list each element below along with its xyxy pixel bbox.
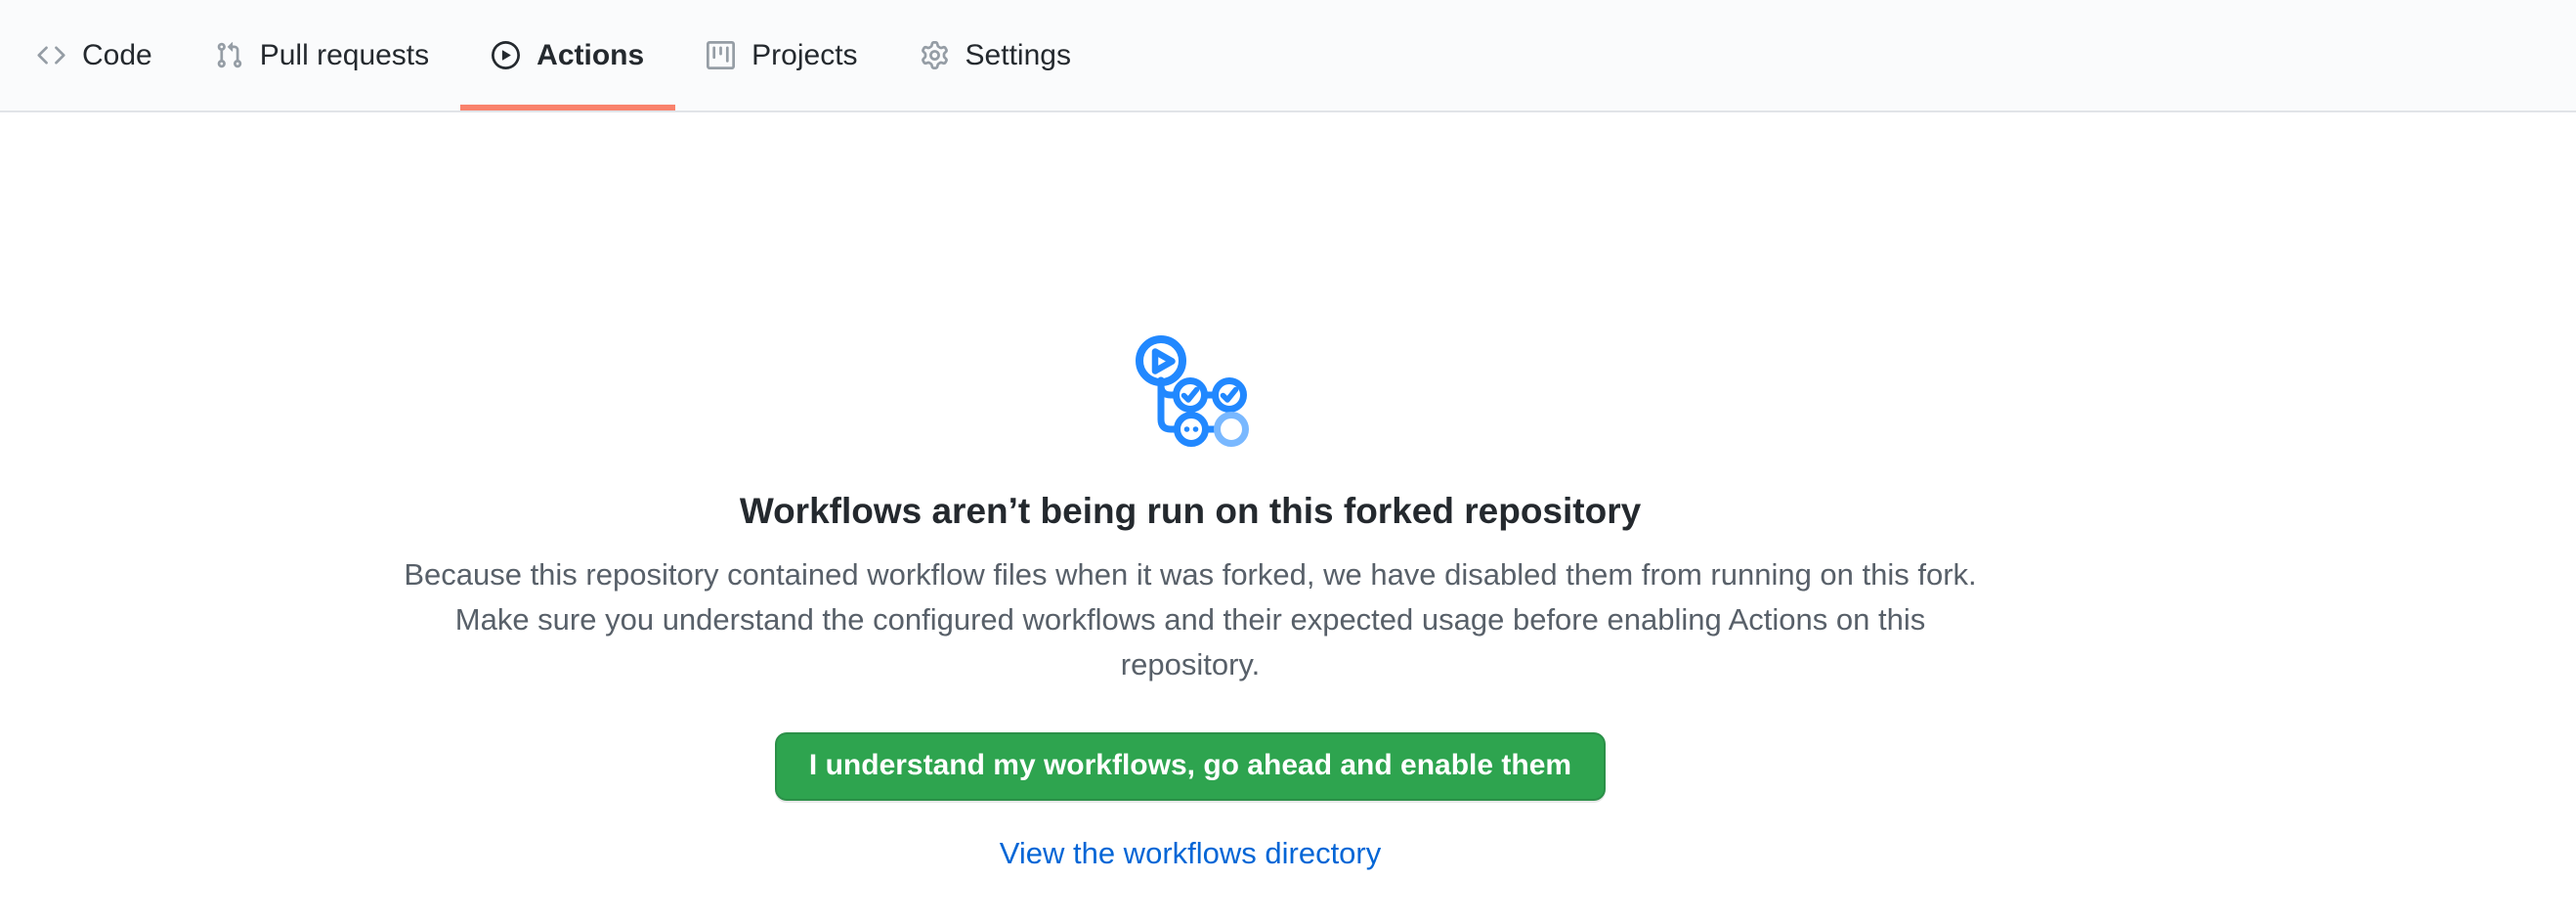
blankslate-title: Workflows aren’t being run on this forke… [389,484,1992,539]
actions-disabled-blankslate: Workflows aren’t being run on this forke… [389,112,1992,871]
tab-actions-label: Actions [537,39,644,72]
enable-workflows-button[interactable]: I understand my workflows, go ahead and … [775,732,1606,801]
tab-settings[interactable]: Settings [889,0,1102,110]
project-icon [707,41,735,69]
tab-code-label: Code [82,39,152,72]
tab-actions[interactable]: Actions [460,0,675,110]
code-icon [37,41,65,69]
tab-pull-requests[interactable]: Pull requests [184,0,460,110]
tab-projects[interactable]: Projects [675,0,888,110]
repo-nav: Code Pull requests Actions Projects Sett… [0,0,2576,112]
tab-settings-label: Settings [966,39,1071,72]
view-workflows-directory-link[interactable]: View the workflows directory [1000,836,1382,870]
workflows-directory-link-row: View the workflows directory [389,836,1992,871]
blankslate-description: Because this repository contained workfl… [399,552,1982,687]
tab-code[interactable]: Code [6,0,184,110]
tab-projects-label: Projects [751,39,857,72]
play-icon [492,41,520,69]
gear-icon [921,41,949,69]
workflow-graph-icon [1129,330,1252,453]
git-pull-request-icon [215,41,243,69]
tab-pull-requests-label: Pull requests [260,39,429,72]
